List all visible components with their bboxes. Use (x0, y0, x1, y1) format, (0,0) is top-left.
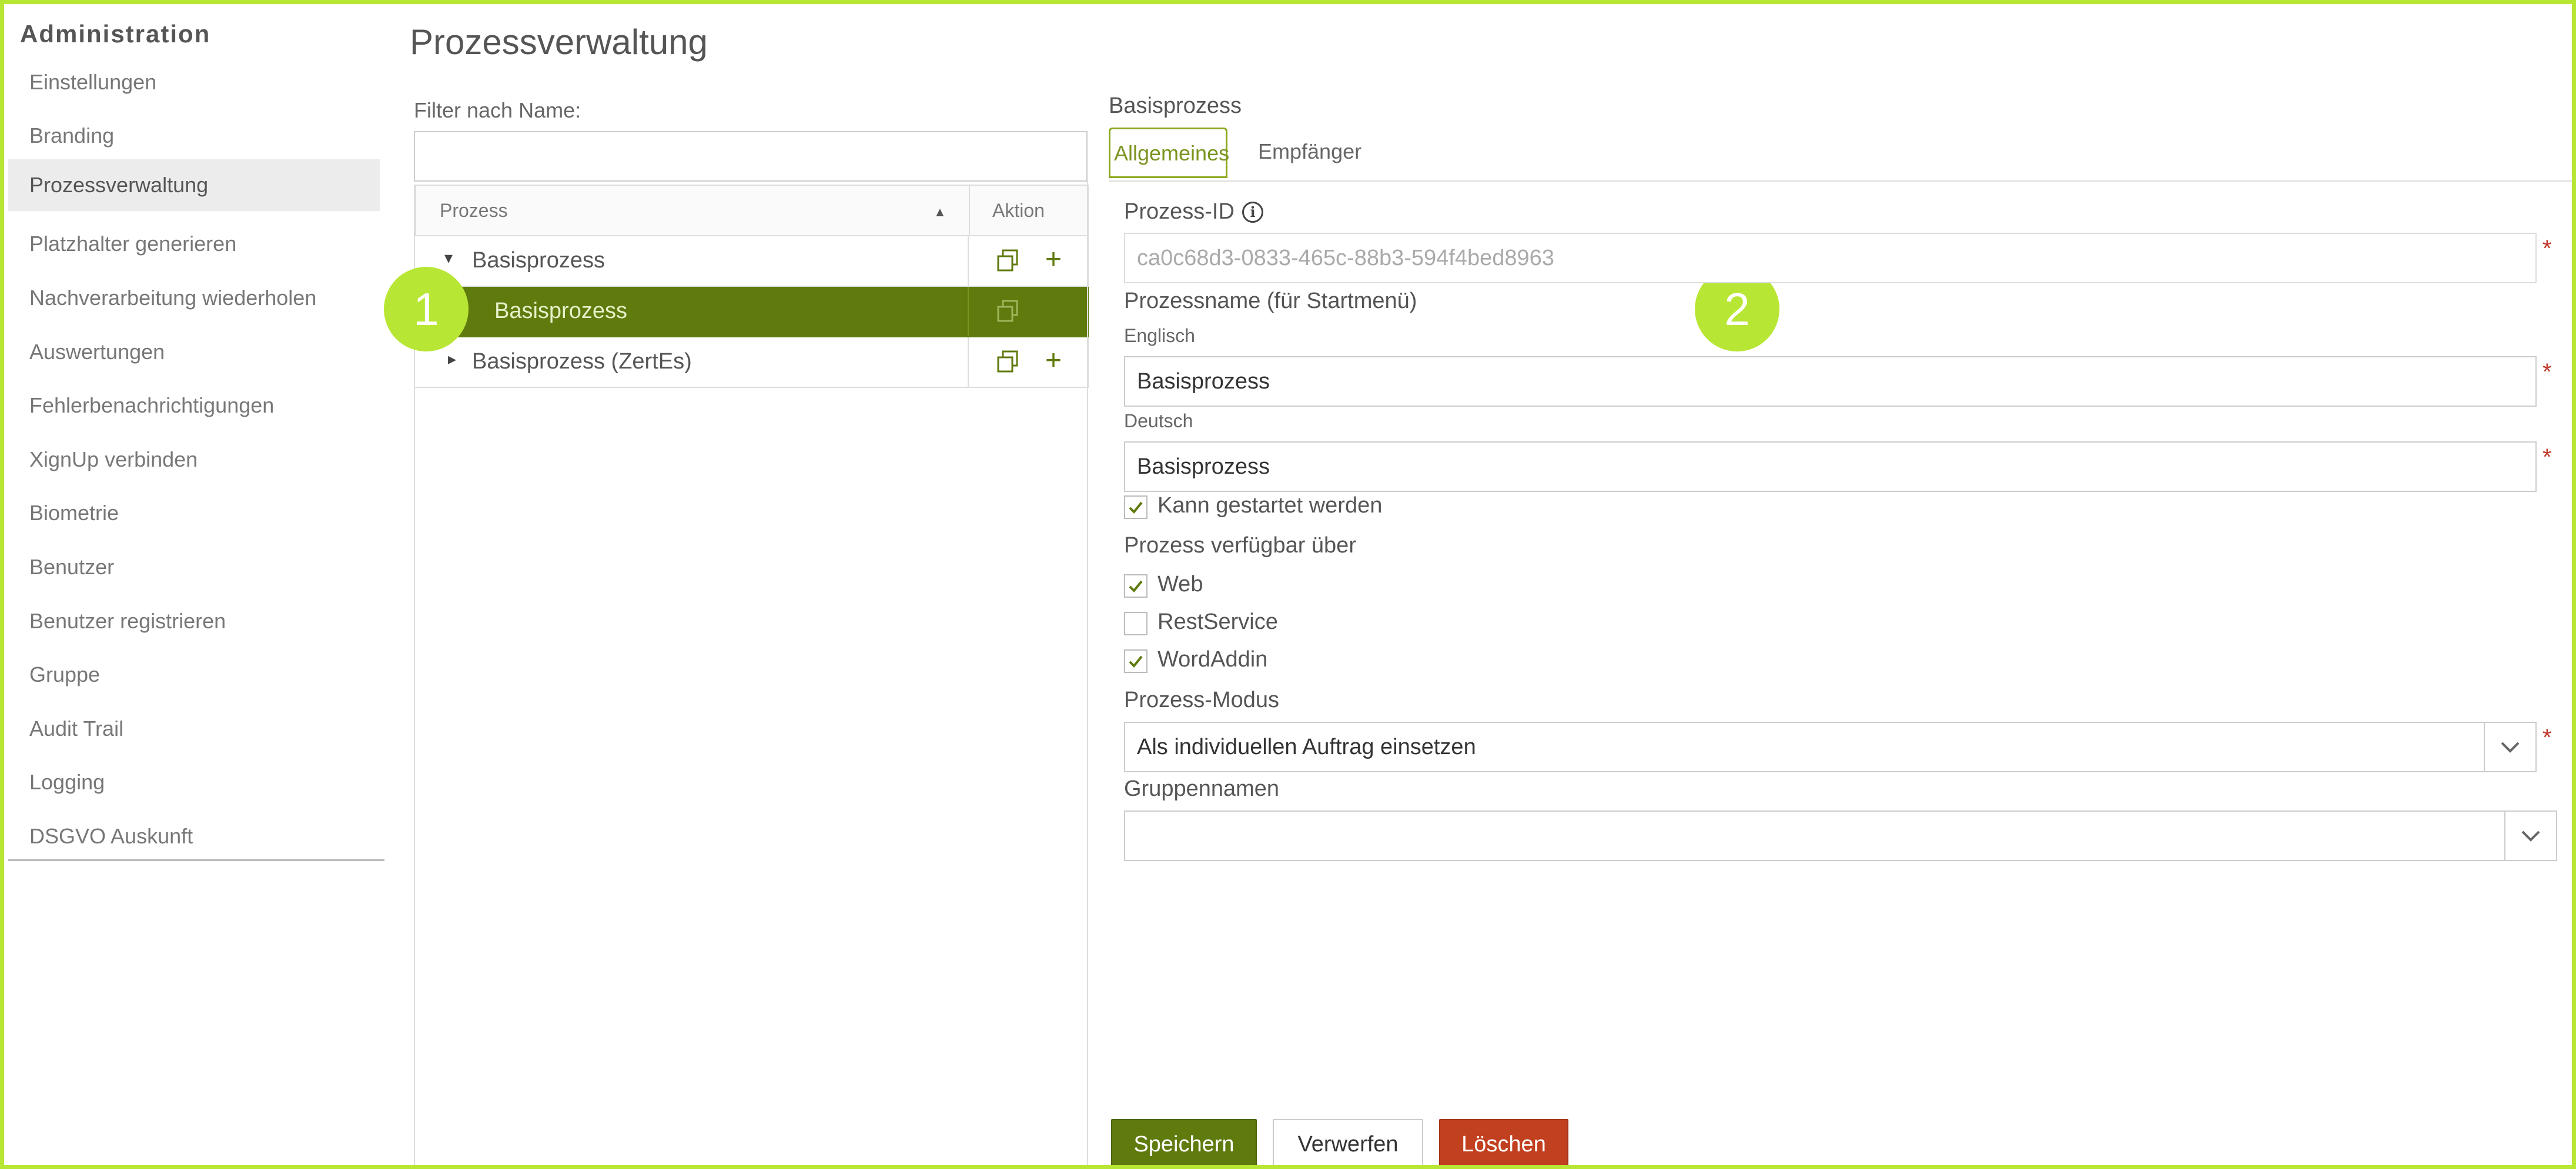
save-button[interactable]: Speichern (1111, 1119, 1257, 1165)
sidebar-item-logging[interactable]: Logging (8, 756, 380, 808)
checkmark-icon (1129, 580, 1143, 592)
copy-icon[interactable] (995, 299, 1021, 324)
sidebar-item-platzhalter-generieren[interactable]: Platzhalter generieren (8, 218, 380, 270)
sidebar-title: Administration (20, 20, 211, 48)
availability-label: Prozess verfügbar über (1124, 533, 1356, 558)
sidebar-item-einstellungen[interactable]: Einstellungen (8, 56, 380, 108)
wordaddin-checkbox[interactable] (1124, 649, 1148, 673)
sidebar-item-benutzer-registrieren[interactable]: Benutzer registrieren (8, 595, 380, 647)
required-marker: * (2542, 236, 2552, 262)
sidebar-item-branding[interactable]: Branding (8, 110, 380, 162)
process-name-label: Prozessname (für Startmenü) (1124, 289, 1417, 313)
english-label: Englisch (1124, 325, 1195, 346)
sidebar-divider (8, 859, 384, 861)
sidebar-item-gruppe[interactable]: Gruppe (8, 649, 380, 701)
tree-node-label[interactable]: Basisprozess (472, 248, 605, 273)
add-icon[interactable]: + (1045, 242, 1062, 277)
sidebar-item-biometrie[interactable]: Biometrie (8, 487, 380, 539)
process-mode-value: Als individuellen Auftrag einsetzen (1137, 735, 1476, 759)
tree-action-cell: + (968, 236, 1089, 286)
process-name-english-field[interactable] (1124, 356, 2537, 407)
dropdown-button[interactable] (2484, 723, 2535, 771)
callout-marker-1: 1 (384, 267, 469, 351)
filter-label: Filter nach Name: (414, 98, 581, 122)
process-mode-select[interactable]: Als individuellen Auftrag einsetzen (1124, 722, 2537, 772)
group-names-label: Gruppennamen (1124, 776, 1280, 801)
tree-action-cell (968, 287, 1089, 336)
wordaddin-label: WordAddin (1157, 647, 1268, 672)
sidebar-item-xignup-verbinden[interactable]: XignUp verbinden (8, 434, 380, 485)
sidebar-item-benutzer[interactable]: Benutzer (8, 541, 380, 593)
column-header-prozess[interactable]: Prozess (440, 200, 508, 222)
can-start-label: Kann gestartet werden (1157, 493, 1383, 518)
copy-icon[interactable] (995, 248, 1021, 274)
tree-header: Prozess ▲ Aktion (415, 185, 1089, 236)
sidebar-item-nachverarbeitung-wiederholen[interactable]: Nachverarbeitung wiederholen (8, 272, 380, 324)
column-header-aktion: Aktion (969, 186, 1090, 235)
copy-icon[interactable] (995, 349, 1021, 375)
sidebar-item-auswertungen[interactable]: Auswertungen (8, 326, 380, 378)
web-checkbox[interactable] (1124, 574, 1148, 598)
expanded-caret-icon[interactable]: ▾ (444, 248, 453, 267)
chevron-down-icon (2501, 742, 2520, 753)
filter-input[interactable] (414, 131, 1088, 182)
process-name-german-field[interactable] (1124, 441, 2537, 492)
app-window: Administration Einstellungen Branding Pr… (0, 0, 2576, 1169)
tab-empfaenger[interactable]: Empfänger (1254, 128, 1365, 178)
add-icon[interactable]: + (1045, 343, 1062, 378)
sidebar-item-fehlerbenachrichtigungen[interactable]: Fehlerbenachrichtigungen (8, 380, 380, 431)
tab-bar: Allgemeines Empfänger (1109, 128, 2572, 182)
discard-button[interactable]: Verwerfen (1273, 1119, 1423, 1165)
process-id-label: Prozess-ID (1124, 199, 1235, 224)
sidebar-item-prozessverwaltung[interactable]: Prozessverwaltung (8, 159, 380, 211)
delete-button[interactable]: Löschen (1439, 1119, 1568, 1165)
can-start-checkbox[interactable] (1124, 495, 1148, 519)
info-icon[interactable]: i (1242, 202, 1263, 223)
sort-ascending-icon[interactable]: ▲ (934, 205, 946, 220)
web-label: Web (1157, 572, 1203, 597)
collapsed-caret-icon[interactable]: ▸ (448, 349, 456, 369)
tab-allgemeines[interactable]: Allgemeines (1109, 128, 1229, 178)
required-marker: * (2542, 359, 2552, 385)
checkmark-icon (1129, 501, 1143, 514)
panel-divider (1087, 180, 1088, 1165)
group-names-select[interactable] (1124, 810, 2557, 861)
sidebar-item-audit-trail[interactable]: Audit Trail (8, 703, 380, 755)
restservice-checkbox[interactable] (1124, 612, 1148, 635)
dropdown-button[interactable] (2504, 812, 2556, 860)
process-tree: Prozess ▲ Aktion ▾ Basisprozess + Basisp… (414, 185, 1089, 1165)
process-id-field[interactable] (1124, 233, 2537, 283)
tree-node-label[interactable]: Basisprozess (494, 299, 627, 324)
tree-row[interactable]: ▾ Basisprozess + (415, 236, 1089, 287)
required-marker: * (2542, 725, 2552, 751)
restservice-label: RestService (1157, 609, 1278, 634)
form-header: Basisprozess (1109, 93, 1242, 118)
tree-action-cell: + (968, 337, 1089, 387)
required-marker: * (2542, 444, 2552, 470)
checkmark-icon (1129, 655, 1143, 668)
page-title: Prozessverwaltung (410, 22, 708, 62)
german-label: Deutsch (1124, 410, 1193, 431)
tree-row-selected[interactable]: Basisprozess (415, 287, 1089, 337)
tree-row[interactable]: ▸ Basisprozess (ZertEs) + (415, 337, 1089, 388)
process-mode-label: Prozess-Modus (1124, 688, 1279, 712)
sidebar-item-dsgvo-auskunft[interactable]: DSGVO Auskunft (8, 810, 380, 862)
chevron-down-icon (2521, 830, 2540, 842)
tree-node-label[interactable]: Basisprozess (ZertEs) (472, 349, 692, 374)
